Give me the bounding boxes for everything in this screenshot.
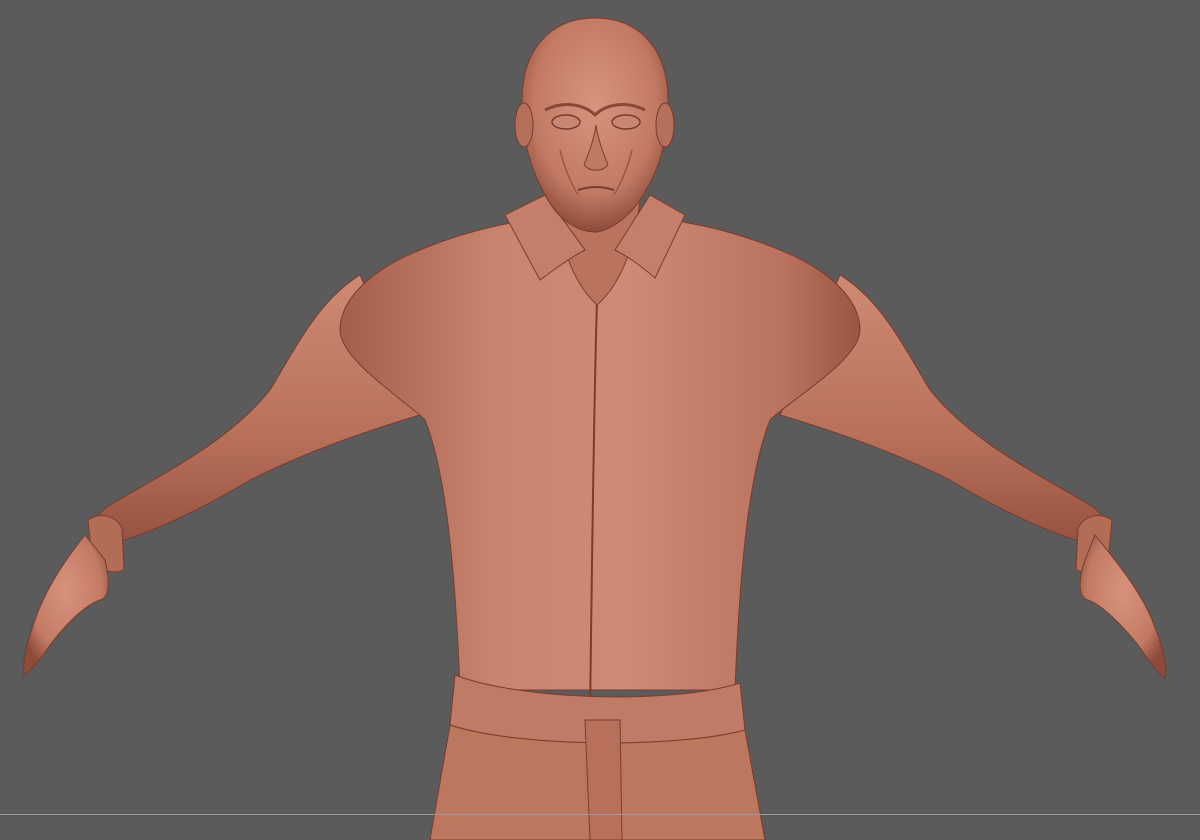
left-eye: [551, 114, 581, 130]
pants-fly: [584, 719, 623, 840]
floor-grid-line: [0, 814, 1200, 815]
right-eye: [611, 114, 641, 130]
right-ear: [655, 102, 675, 148]
left-hand: [23, 534, 109, 676]
clay-model[interactable]: [0, 0, 1200, 840]
left-ear: [514, 102, 534, 148]
right-hand: [1079, 534, 1167, 679]
3d-viewport[interactable]: [0, 0, 1200, 840]
